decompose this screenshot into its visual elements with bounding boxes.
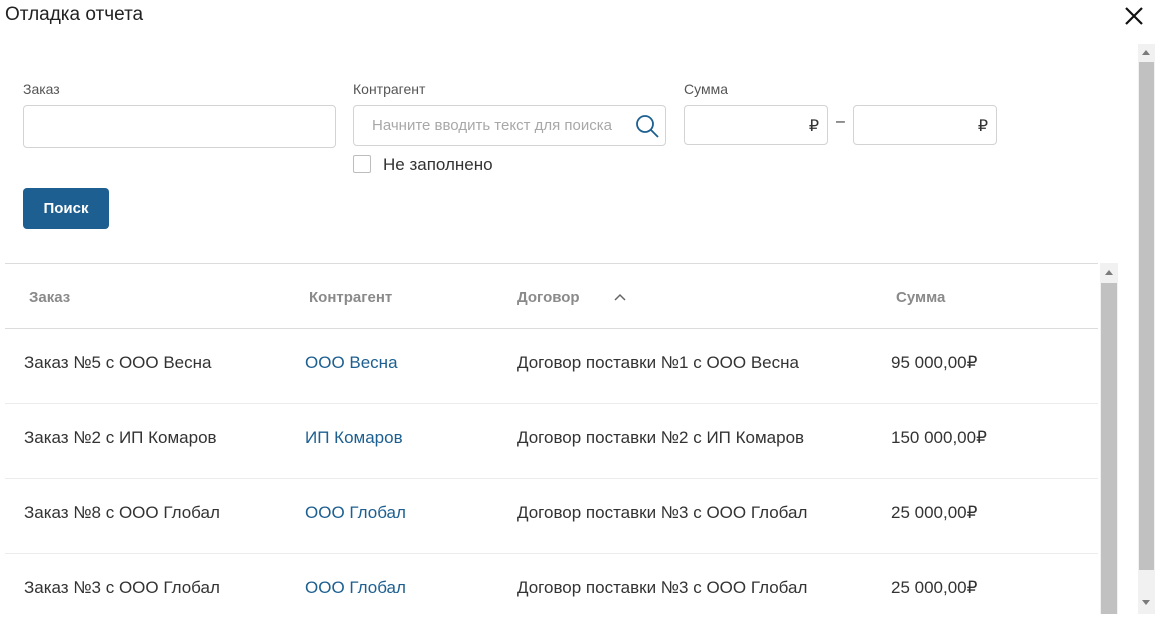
table-scrollbar-thumb[interactable] [1101, 283, 1117, 614]
column-header-contract[interactable]: Договор [517, 289, 580, 306]
column-header-sum[interactable]: Сумма [896, 289, 945, 306]
table-scroll-up-icon[interactable] [1105, 270, 1113, 275]
counterparty-link[interactable]: ООО Глобал [305, 503, 406, 523]
search-button[interactable]: Поиск [23, 188, 109, 229]
order-cell: Заказ №8 с ООО Глобал [24, 503, 220, 522]
contract-cell: Договор поставки №3 с ООО Глобал [517, 578, 808, 597]
contract-cell: Договор поставки №3 с ООО Глобал [517, 503, 808, 522]
sum-filter-label: Сумма [684, 81, 728, 97]
column-header-counterparty[interactable]: Контрагент [309, 289, 392, 306]
table-row[interactable]: Заказ №2 с ИП Комаров ИП Комаров Договор… [5, 404, 1098, 479]
not-filled-label: Не заполнено [383, 155, 493, 174]
order-cell: Заказ №2 с ИП Комаров [24, 428, 217, 447]
contract-cell: Договор поставки №1 с ООО Весна [517, 353, 799, 372]
order-filter-label: Заказ [23, 81, 60, 97]
sum-from-input[interactable]: ₽ [684, 105, 828, 145]
counterparty-search-input[interactable]: Начните вводить текст для поиска [353, 105, 666, 146]
currency-sign: ₽ [808, 118, 819, 135]
column-header-order[interactable]: Заказ [29, 289, 70, 306]
table-header: Заказ Контрагент Договор Сумма [5, 263, 1098, 329]
dialog-scrollbar-thumb[interactable] [1139, 62, 1154, 570]
search-icon[interactable] [633, 112, 663, 140]
counterparty-link[interactable]: ООО Весна [305, 353, 398, 373]
scroll-down-icon[interactable] [1142, 600, 1150, 605]
sort-ascending-icon[interactable] [613, 290, 627, 309]
scroll-up-icon[interactable] [1142, 50, 1150, 55]
counterparty-link[interactable]: ООО Глобал [305, 578, 406, 598]
sum-to-input[interactable]: ₽ [853, 105, 997, 145]
sum-cell: 25 000,00₽ [891, 578, 978, 597]
counterparty-filter-label: Контрагент [353, 81, 426, 97]
table-row[interactable]: Заказ №5 с ООО Весна ООО Весна Договор п… [5, 329, 1098, 404]
close-icon[interactable] [1122, 4, 1146, 28]
currency-sign: ₽ [977, 118, 988, 135]
sum-cell: 150 000,00₽ [891, 428, 987, 447]
range-separator: – [836, 113, 845, 130]
counterparty-link[interactable]: ИП Комаров [305, 428, 403, 448]
order-filter-input[interactable] [23, 105, 336, 148]
dialog-title: Отладка отчета [5, 4, 144, 25]
sum-cell: 95 000,00₽ [891, 353, 978, 372]
not-filled-checkbox[interactable] [353, 155, 371, 173]
counterparty-placeholder: Начните вводить текст для поиска [372, 117, 612, 134]
order-cell: Заказ №3 с ООО Глобал [24, 578, 220, 597]
table-row[interactable]: Заказ №8 с ООО Глобал ООО Глобал Договор… [5, 479, 1098, 554]
contract-cell: Договор поставки №2 с ИП Комаров [517, 428, 805, 447]
order-cell: Заказ №5 с ООО Весна [24, 353, 212, 372]
table-scrollbar[interactable] [1100, 263, 1118, 614]
sum-cell: 25 000,00₽ [891, 503, 978, 522]
table-row[interactable]: Заказ №3 с ООО Глобал ООО Глобал Договор… [5, 554, 1098, 629]
dialog-scrollbar[interactable] [1138, 44, 1155, 614]
